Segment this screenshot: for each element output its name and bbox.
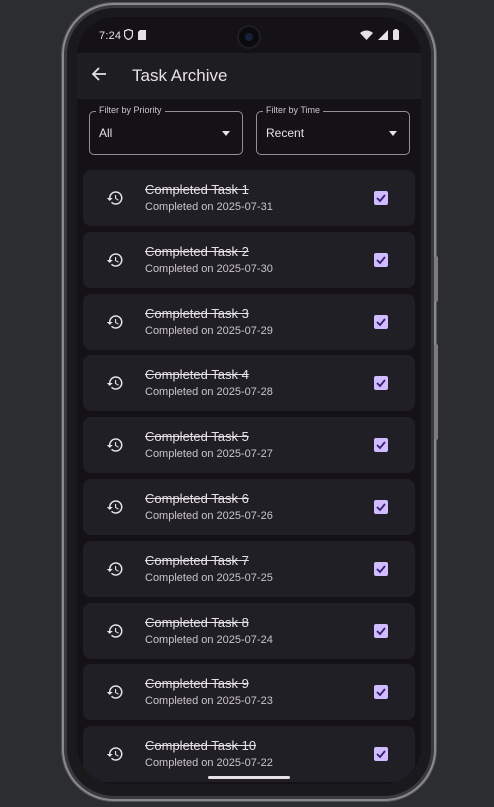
history-icon [106, 745, 124, 763]
task-checkbox[interactable] [374, 314, 388, 329]
status-bar: 7:24 [77, 17, 421, 53]
time-filter-value: Recent [266, 126, 305, 140]
history-icon [106, 622, 124, 640]
power-button [434, 256, 438, 302]
history-icon [106, 374, 124, 392]
history-icon [106, 313, 124, 331]
task-completed-date: Completed on 2025-07-30 [145, 262, 273, 275]
task-title: Completed Task 7 [145, 552, 249, 568]
app-bar: Task Archive [77, 53, 421, 99]
task-checkbox[interactable] [374, 252, 388, 267]
front-camera [239, 27, 259, 47]
task-title: Completed Task 10 [145, 738, 257, 754]
battery-icon [393, 29, 399, 43]
history-icon [106, 683, 124, 701]
task-title: Completed Task 2 [145, 243, 249, 259]
task-completed-date: Completed on 2025-07-29 [145, 324, 273, 337]
task-checkbox[interactable] [374, 438, 388, 453]
task-card[interactable]: Completed Task 7 Completed on 2025-07-25 [83, 540, 415, 597]
task-title: Completed Task 5 [145, 429, 249, 445]
back-button[interactable] [87, 62, 111, 90]
task-card[interactable]: Completed Task 8 Completed on 2025-07-24 [83, 602, 415, 659]
arrow-back-icon [91, 66, 107, 87]
task-completed-date: Completed on 2025-07-27 [145, 448, 273, 461]
task-title: Completed Task 6 [145, 491, 249, 506]
task-completed-date: Completed on 2025-07-28 [145, 386, 273, 399]
history-icon [106, 560, 124, 578]
task-card[interactable]: Completed Task 9 Completed on 2025-07-23 [83, 664, 415, 721]
task-completed-date: Completed on 2025-07-26 [145, 510, 273, 522]
filters: Filter by Priority All Filter by Time Re… [89, 105, 410, 155]
dropdown-arrow-icon [222, 131, 230, 136]
time-filter-dropdown[interactable]: Filter by Time Recent [256, 105, 410, 155]
task-checkbox[interactable] [374, 685, 388, 700]
home-indicator[interactable] [208, 776, 290, 779]
task-checkbox[interactable] [374, 747, 388, 762]
task-checkbox[interactable] [374, 376, 388, 391]
task-card[interactable]: Completed Task 10 Completed on 2025-07-22 [83, 726, 415, 783]
task-title: Completed Task 1 [145, 182, 249, 197]
status-icons-right [360, 29, 399, 43]
task-completed-date: Completed on 2025-07-22 [145, 757, 273, 770]
task-card[interactable]: Completed Task 1 Completed on 2025-07-31 [83, 170, 415, 226]
task-checkbox[interactable] [374, 623, 388, 638]
priority-filter-value: All [99, 126, 113, 140]
task-title: Completed Task 8 [145, 614, 249, 630]
task-card[interactable]: Completed Task 4 Completed on 2025-07-28 [83, 355, 415, 412]
task-card[interactable]: Completed Task 5 Completed on 2025-07-27 [83, 417, 415, 474]
task-title: Completed Task 9 [145, 676, 249, 692]
page-title: Task Archive [132, 66, 228, 85]
task-card[interactable]: Completed Task 6 Completed on 2025-07-26 [83, 479, 415, 535]
task-checkbox[interactable] [374, 191, 388, 205]
history-icon [106, 498, 124, 516]
task-completed-date: Completed on 2025-07-31 [145, 201, 273, 213]
task-checkbox[interactable] [374, 500, 388, 514]
task-completed-date: Completed on 2025-07-25 [145, 571, 273, 584]
task-title: Completed Task 4 [145, 367, 249, 383]
status-time: 7:24 [99, 30, 122, 42]
vpn-shield-icon [123, 28, 134, 43]
history-icon [106, 251, 124, 269]
signal-icon [378, 29, 388, 43]
history-icon [106, 436, 124, 454]
priority-filter-dropdown[interactable]: Filter by Priority All [89, 105, 243, 155]
task-checkbox[interactable] [374, 561, 388, 576]
time-filter-label: Filter by Time [263, 105, 324, 115]
status-icons-left [123, 28, 146, 43]
wifi-icon [360, 30, 373, 43]
history-icon [106, 189, 124, 207]
task-completed-date: Completed on 2025-07-24 [145, 633, 273, 646]
screen: 7:24 Task Archive Filter by Priority All… [77, 17, 421, 784]
task-title: Completed Task 3 [145, 305, 249, 321]
task-card[interactable]: Completed Task 3 Completed on 2025-07-29 [83, 293, 415, 350]
sd-card-icon [138, 29, 146, 43]
task-completed-date: Completed on 2025-07-23 [145, 695, 273, 708]
dropdown-arrow-icon [389, 131, 397, 136]
task-card[interactable]: Completed Task 2 Completed on 2025-07-30 [83, 231, 415, 288]
priority-filter-label: Filter by Priority [96, 105, 165, 115]
volume-button [434, 344, 438, 440]
